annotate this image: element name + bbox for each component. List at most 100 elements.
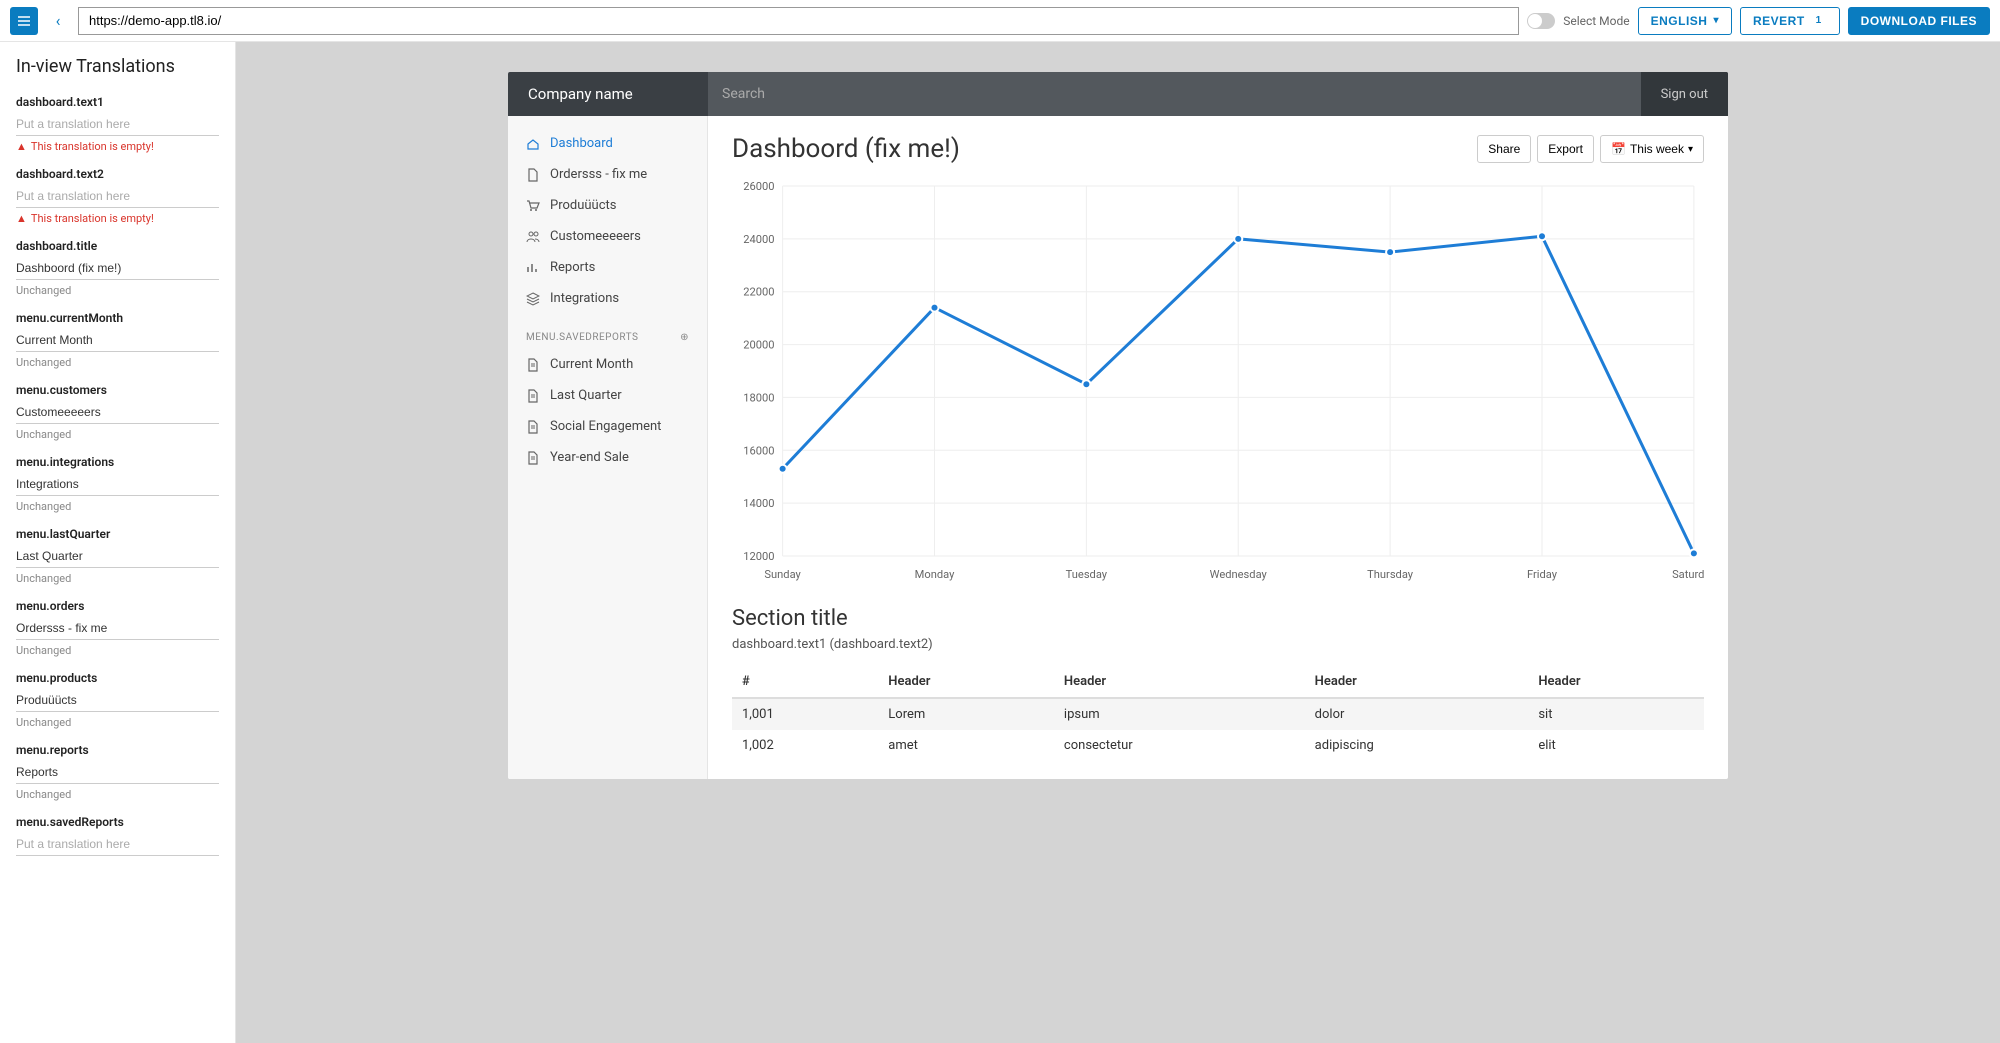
svg-text:14000: 14000	[743, 497, 774, 510]
this-week-label: This week	[1630, 142, 1684, 156]
translation-item: menu.currentMonth Unchanged	[16, 311, 219, 369]
translation-key: menu.integrations	[16, 455, 219, 469]
chevron-left-icon: ‹	[56, 11, 61, 30]
revert-button[interactable]: REVERT 1	[1740, 7, 1840, 35]
translation-key: menu.currentMonth	[16, 311, 219, 325]
table-cell: Lorem	[878, 698, 1054, 730]
translation-input[interactable]	[16, 545, 219, 568]
menu-button[interactable]	[10, 7, 38, 35]
svg-text:Tuesday: Tuesday	[1066, 568, 1108, 581]
app-sidebar: Dashboard Ordersss - fix me Produüücts Cust…	[508, 116, 708, 779]
saved-report-item[interactable]: Year-end Sale	[508, 442, 707, 473]
translation-input[interactable]	[16, 257, 219, 280]
app-main: Dashboord (fix me!) Share Export 📅 This …	[708, 116, 1728, 779]
sidebar-title: In-view Translations	[16, 56, 219, 77]
svg-text:Monday: Monday	[915, 568, 955, 581]
translation-key: dashboard.text2	[16, 167, 219, 181]
table-cell: 1,002	[732, 730, 878, 761]
translation-key: menu.products	[16, 671, 219, 685]
layers-icon	[526, 292, 540, 306]
search-placeholder: Search	[722, 86, 765, 102]
translation-key: menu.savedReports	[16, 815, 219, 829]
translation-input[interactable]	[16, 473, 219, 496]
app-header: Company name Search Sign out	[508, 72, 1728, 116]
nav-label: Dashboard	[550, 136, 613, 151]
translation-input[interactable]	[16, 833, 219, 856]
translation-input[interactable]	[16, 617, 219, 640]
preview-area: Company name Search Sign out Dashboard Or…	[236, 42, 2000, 1043]
saved-report-item[interactable]: Social Engagement	[508, 411, 707, 442]
download-button[interactable]: DOWNLOAD FILES	[1848, 7, 1990, 35]
share-button[interactable]: Share	[1477, 135, 1531, 163]
url-input[interactable]	[78, 7, 1519, 35]
svg-text:16000: 16000	[743, 444, 774, 457]
translation-input[interactable]	[16, 185, 219, 208]
warning-icon: ▲	[16, 140, 27, 153]
bars-icon	[526, 261, 540, 275]
saved-reports-header: MENU.SAVEDREPORTS ⊕	[508, 314, 707, 349]
select-mode-toggle[interactable]	[1527, 13, 1555, 29]
chart: 1200014000160001800020000220002400026000…	[732, 176, 1704, 586]
table-cell: ipsum	[1054, 698, 1305, 730]
export-button[interactable]: Export	[1537, 135, 1594, 163]
nav-item[interactable]: Produüücts	[508, 190, 707, 221]
svg-text:Saturday: Saturday	[1672, 568, 1704, 581]
users-icon	[526, 230, 540, 244]
saved-report-label: Year-end Sale	[550, 450, 629, 465]
translation-input[interactable]	[16, 761, 219, 784]
saved-reports-label: MENU.SAVEDREPORTS	[526, 332, 638, 343]
translation-item: menu.integrations Unchanged	[16, 455, 219, 513]
page-title: Dashboord (fix me!)	[732, 134, 960, 164]
section-subtitle: dashboard.text1 (dashboard.text2)	[732, 637, 1704, 652]
saved-report-label: Current Month	[550, 357, 633, 372]
svg-text:18000: 18000	[743, 391, 774, 404]
translations-sidebar: In-view Translations dashboard.text1▲ Th…	[0, 42, 236, 1043]
translation-input[interactable]	[16, 689, 219, 712]
translation-item: menu.lastQuarterUnchanged	[16, 527, 219, 585]
svg-text:Thursday: Thursday	[1367, 568, 1414, 581]
table-cell: sit	[1528, 698, 1704, 730]
table-header: Header	[1528, 666, 1704, 698]
document-icon	[526, 451, 540, 465]
hamburger-icon	[17, 14, 31, 28]
translation-input[interactable]	[16, 401, 219, 424]
translation-status: Unchanged	[16, 356, 219, 369]
nav-item[interactable]: Customeeeeers	[508, 221, 707, 252]
nav-label: Integrations	[550, 291, 619, 306]
language-label: ENGLISH	[1651, 14, 1708, 28]
translation-status: Unchanged	[16, 500, 219, 513]
translation-item: menu.customersUnchanged	[16, 383, 219, 441]
language-button[interactable]: ENGLISH ▾	[1638, 7, 1732, 35]
translation-status: Unchanged	[16, 284, 219, 297]
plus-icon[interactable]: ⊕	[680, 332, 689, 343]
translation-input[interactable]	[16, 113, 219, 136]
top-toolbar: ‹ Select Mode ENGLISH ▾ REVERT 1 DOWNLOA…	[0, 0, 2000, 42]
translation-item: menu.savedReports	[16, 815, 219, 856]
sign-out-link[interactable]: Sign out	[1641, 72, 1728, 116]
nav-item[interactable]: Reports	[508, 252, 707, 283]
translation-input[interactable]	[16, 329, 219, 352]
table-header: Header	[1305, 666, 1529, 698]
nav-label: Produüücts	[550, 198, 617, 213]
translation-key: menu.customers	[16, 383, 219, 397]
home-icon	[526, 137, 540, 151]
svg-text:12000: 12000	[743, 550, 774, 563]
translation-status: Unchanged	[16, 644, 219, 657]
nav-item[interactable]: Integrations	[508, 283, 707, 314]
company-name: Company name	[508, 85, 708, 103]
svg-text:Friday: Friday	[1527, 568, 1558, 581]
search-input[interactable]: Search	[708, 72, 1641, 116]
table-header: #	[732, 666, 878, 698]
back-button[interactable]: ‹	[46, 7, 70, 35]
revert-count-badge: 1	[1811, 13, 1827, 29]
table-cell: 1,001	[732, 698, 878, 730]
nav-item[interactable]: Ordersss - fix me	[508, 159, 707, 190]
warning-icon: ▲	[16, 212, 27, 225]
translation-key: dashboard.text1	[16, 95, 219, 109]
saved-report-item[interactable]: Current Month	[508, 349, 707, 380]
nav-item[interactable]: Dashboard	[508, 128, 707, 159]
saved-report-label: Last Quarter	[550, 388, 622, 403]
saved-report-item[interactable]: Last Quarter	[508, 380, 707, 411]
this-week-button[interactable]: 📅 This week ▾	[1600, 135, 1704, 163]
revert-label: REVERT	[1753, 14, 1805, 28]
